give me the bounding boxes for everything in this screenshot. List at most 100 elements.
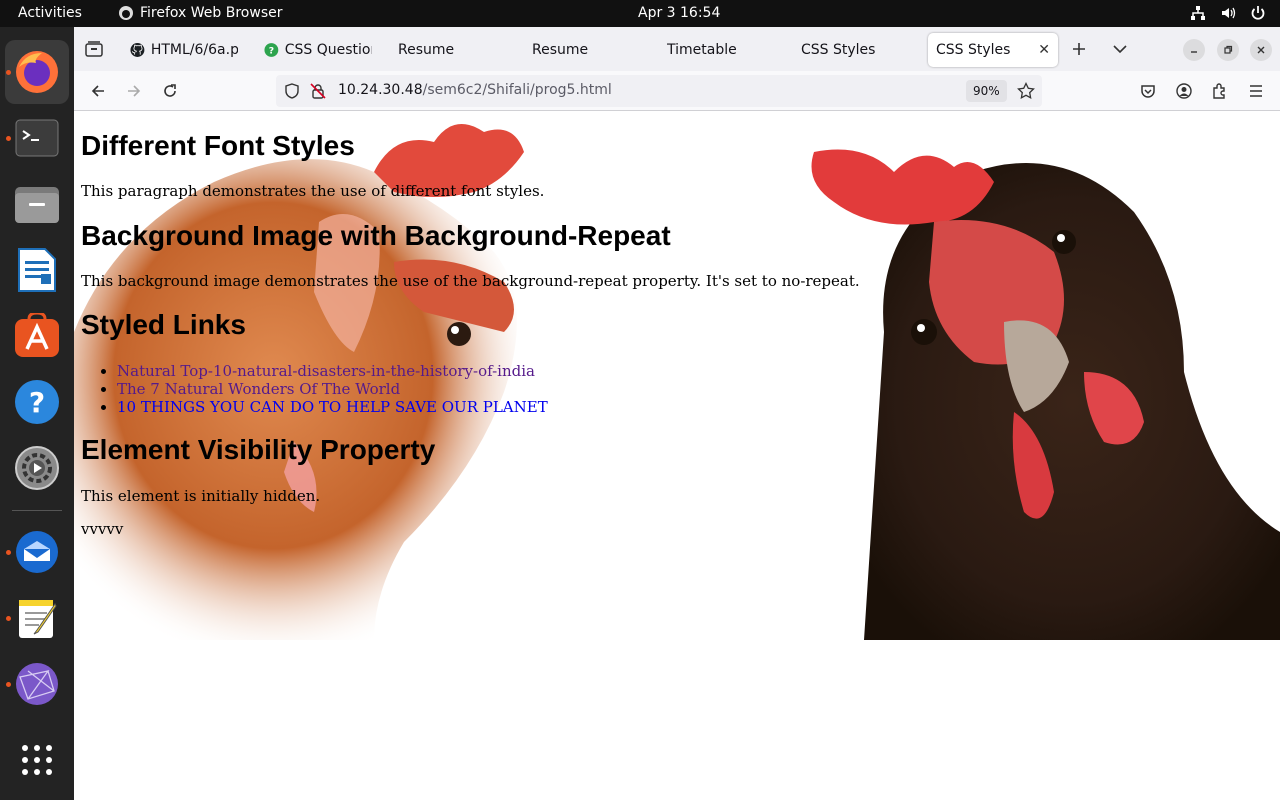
link-natural-wonders[interactable]: The 7 Natural Wonders Of The World [117,380,400,398]
close-window-button[interactable] [1250,39,1272,61]
back-button[interactable] [86,79,110,103]
bookmark-star-icon[interactable] [1017,82,1035,100]
account-button[interactable] [1172,79,1196,103]
url-path: /sem6c2/Shifali/prog5.html [422,82,612,98]
heading-font-styles: Different Font Styles [81,130,355,161]
url-bar[interactable]: 10.24.30.48/sem6c2/Shifali/prog5.html 90… [276,75,1042,107]
tab-html[interactable]: HTML/6/6a.pr [122,33,246,67]
dock-app-center[interactable] [5,304,69,368]
svg-text:?: ? [269,46,274,57]
heading-styled-links: Styled Links [81,309,246,340]
minimize-icon [1191,51,1197,53]
link-natural-disasters[interactable]: Natural Top-10-natural-disasters-in-the-… [117,362,535,380]
dock-terminal[interactable] [5,106,69,170]
insecure-lock-icon[interactable] [310,83,326,99]
hamburger-menu-icon [1250,85,1262,97]
libreoffice-writer-icon [18,248,56,292]
paragraph-font-styles: This paragraph demonstrates the use of d… [81,182,545,200]
system-top-bar: Activities Firefox Web Browser Apr 3 16:… [0,0,1280,27]
dock-running-indicator [6,70,11,75]
extensions-button[interactable] [1208,79,1232,103]
dock-writer[interactable] [5,238,69,302]
puzzle-icon [1213,83,1225,99]
dock: ? [0,27,74,800]
dock-web-app[interactable] [5,652,69,716]
tab-css-question[interactable]: ? CSS Question [256,33,380,67]
show-applications-button[interactable] [5,728,69,792]
tab-resume-2[interactable]: Resume [524,33,648,67]
dock-settings[interactable] [5,436,69,500]
maximize-button[interactable] [1217,39,1239,61]
folder-icon [15,187,59,223]
svg-text:?: ? [29,386,45,419]
firefox-icon [119,6,133,20]
green-circle-icon: ? [264,43,279,57]
close-icon[interactable]: ✕ [1038,42,1050,58]
dock-help[interactable]: ? [5,370,69,434]
globe-icon [16,663,58,705]
shield-icon [285,83,299,99]
dock-running-indicator [6,136,11,141]
thunderbird-icon [16,531,58,573]
dock-running-indicator [6,550,11,555]
settings-gear-icon [15,446,59,490]
url-host: 10.24.30.48 [338,82,423,98]
tab-label: CSS Styles [801,42,876,58]
dock-separator [12,510,62,511]
text-editor-icon [19,600,57,638]
web-page: Different Font Styles This paragraph dem… [74,112,1280,800]
new-tab-button[interactable] [1067,37,1091,61]
close-icon [1257,46,1265,54]
firefox-view-button[interactable] [82,37,106,61]
paragraph-extra: vvvvv [81,520,124,538]
list-item: 10 THINGS YOU CAN DO TO HELP SAVE OUR PL… [117,398,548,416]
dock-running-indicator [6,616,11,621]
system-tray[interactable] [1190,5,1266,21]
zoom-level-button[interactable]: 90% [966,80,1007,102]
tab-label: HTML/6/6a.pr [150,42,238,58]
paragraph-background: This background image demonstrates the u… [81,272,860,290]
dock-files[interactable] [5,172,69,236]
app-name-label: Firefox Web Browser [140,5,283,21]
minimize-button[interactable] [1183,39,1205,61]
dock-thunderbird[interactable] [5,520,69,584]
activities-button[interactable]: Activities [18,5,82,21]
reload-button[interactable] [158,79,182,103]
pocket-icon [1141,85,1155,98]
app-menu[interactable]: Firefox Web Browser [118,5,283,21]
tab-bar: HTML/6/6a.pr ? CSS Question Resume Resum… [74,27,1280,71]
forward-button[interactable] [122,79,146,103]
tab-label: CSS Styles [936,42,1011,58]
tab-timetable[interactable]: Timetable [659,33,783,67]
list-item: The 7 Natural Wonders Of The World [117,380,548,398]
list-item: Natural Top-10-natural-disasters-in-the-… [117,362,548,380]
power-icon [1251,6,1265,20]
app-grid-icon [22,745,52,775]
app-center-icon [15,313,59,357]
url-text[interactable]: 10.24.30.48/sem6c2/Shifali/prog5.html [338,82,612,98]
tab-label: Timetable [667,42,737,58]
app-menu-button[interactable] [1244,79,1268,103]
firefox-icon [16,51,58,93]
reload-icon [164,84,176,97]
heading-background: Background Image with Background-Repeat [81,220,671,251]
account-icon [1176,83,1192,99]
tab-css-styles[interactable]: CSS Styles [793,33,917,67]
link-save-planet[interactable]: 10 THINGS YOU CAN DO TO HELP SAVE OUR PL… [117,398,548,416]
arrow-right-icon [128,85,141,97]
pocket-button[interactable] [1136,79,1160,103]
tab-resume-1[interactable]: Resume [390,33,514,67]
list-all-tabs-button[interactable] [1108,37,1132,61]
dock-text-editor[interactable] [5,586,69,650]
dock-firefox[interactable] [5,40,69,104]
paragraph-hidden: This element is initially hidden. [81,487,321,505]
tab-css-styles-active[interactable]: CSS Styles ✕ [928,33,1058,67]
firefox-window: HTML/6/6a.pr ? CSS Question Resume Resum… [74,27,1280,800]
plus-icon [1073,43,1085,55]
help-icon: ? [15,380,59,424]
dock-running-indicator [6,682,11,687]
clock[interactable]: Apr 3 16:54 [638,5,720,21]
link-list: Natural Top-10-natural-disasters-in-the-… [117,362,548,416]
firefox-view-icon [85,41,103,57]
network-icon [1191,6,1205,20]
